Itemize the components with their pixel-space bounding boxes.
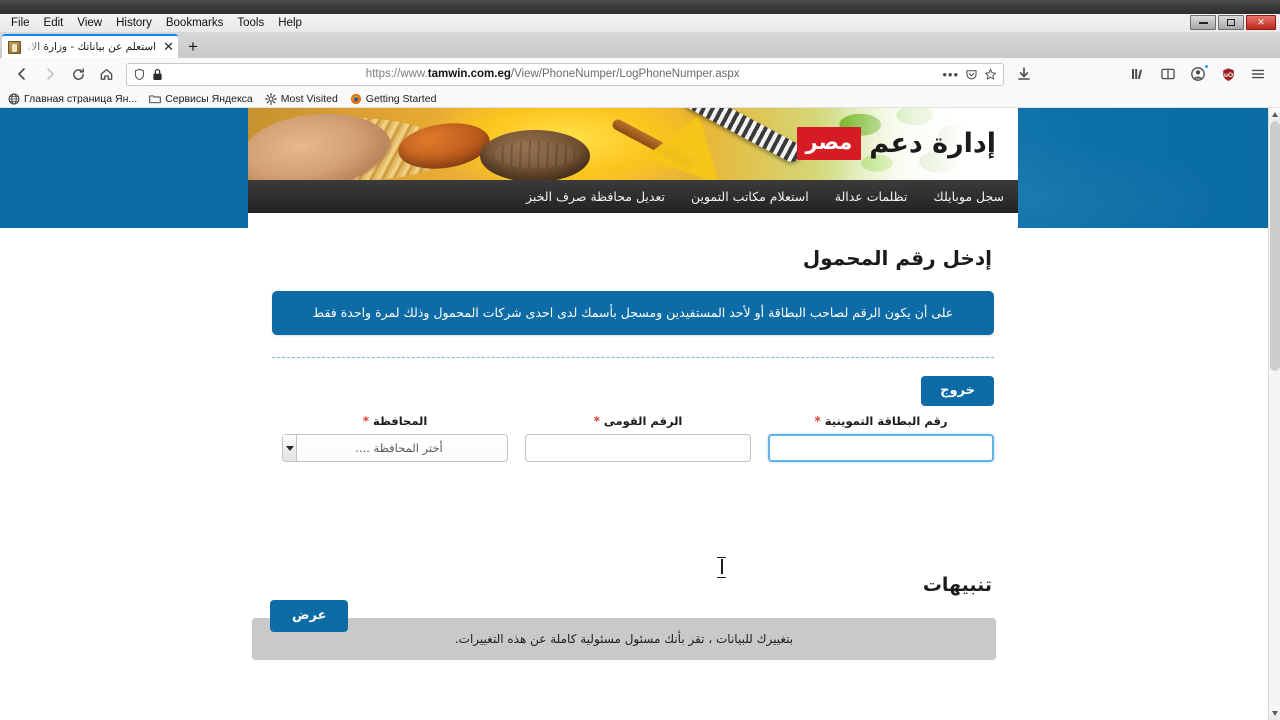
- site-navigation: سجل موبايلك تظلمات عدالة استعلام مكاتب ا…: [248, 180, 1018, 213]
- browser-tab[interactable]: استعلم عن بياناتك - وزارة الانتاج الح ✕: [2, 34, 178, 58]
- scroll-up-button[interactable]: [1269, 108, 1280, 121]
- minimize-button[interactable]: [1190, 15, 1216, 30]
- governorate-select-value: أختر المحافظة ....: [355, 441, 443, 456]
- page-actions-icon[interactable]: •••: [942, 67, 959, 82]
- browser-menubar: File Edit View History Bookmarks Tools H…: [0, 14, 1280, 33]
- page-title: إدخل رقم المحمول: [802, 246, 992, 270]
- required-marker: *: [814, 414, 821, 429]
- site-logo[interactable]: إدارة دعم مصر: [796, 120, 996, 166]
- tab-title: استعلم عن بياناتك - وزارة الانتاج الح: [26, 41, 157, 53]
- firefox-icon: [350, 93, 362, 105]
- chevron-down-icon[interactable]: [283, 435, 297, 462]
- ration-card-number-input[interactable]: [768, 434, 994, 463]
- menu-bookmarks[interactable]: Bookmarks: [159, 15, 231, 32]
- bookmark-label: Most Visited: [280, 92, 338, 105]
- alerts-heading: تنبيهات: [922, 574, 992, 597]
- menu-history[interactable]: History: [109, 15, 159, 32]
- close-button[interactable]: ✕: [1246, 15, 1276, 30]
- label-ration-card-number: رقم البطاقة التموينية *: [814, 414, 948, 429]
- download-icon[interactable]: [1010, 60, 1038, 88]
- section-divider: [272, 357, 994, 359]
- address-bar[interactable]: https://www.tamwin.com.eg/View/PhoneNump…: [126, 62, 1004, 86]
- alert-message: بتغييرك للبيانات ، تقر بأنك مسئول مسئولي…: [252, 618, 996, 661]
- menu-file[interactable]: File: [4, 15, 37, 32]
- menu-help[interactable]: Help: [271, 15, 309, 32]
- nav-item-bread-governorate[interactable]: تعديل محافظة صرف الخبز: [526, 180, 665, 213]
- bookmark-most-visited[interactable]: Most Visited: [264, 92, 338, 105]
- required-marker: *: [362, 414, 369, 429]
- page-scrollbar[interactable]: [1268, 108, 1280, 720]
- account-icon[interactable]: [1184, 60, 1212, 88]
- page-body: إدخل رقم المحمول على أن يكون الرقم لصاحب…: [248, 213, 1018, 693]
- bookmark-label: Getting Started: [365, 92, 437, 105]
- text-cursor: [717, 557, 726, 578]
- tab-strip: استعلم عن بياناتك - وزارة الانتاج الح ✕ …: [0, 33, 1280, 58]
- field-ration-card-number: رقم البطاقة التموينية *: [768, 414, 994, 463]
- back-icon[interactable]: [8, 60, 36, 88]
- home-icon[interactable]: [92, 60, 120, 88]
- tab-favicon: [8, 40, 21, 54]
- bookmark-label: Сервисы Яндекса: [165, 92, 253, 105]
- toolbar-right-group: uO: [1124, 60, 1272, 88]
- forward-icon[interactable]: [36, 60, 64, 88]
- window-controls: ✕: [1190, 15, 1276, 30]
- scroll-down-button[interactable]: [1269, 707, 1280, 720]
- national-id-input[interactable]: [525, 434, 751, 463]
- bookmark-yandex-services[interactable]: Сервисы Яндекса: [149, 93, 253, 105]
- ublock-icon[interactable]: uO: [1214, 60, 1242, 88]
- label-governorate: المحافظة *: [362, 414, 428, 429]
- exit-button[interactable]: خروج: [921, 376, 994, 407]
- required-marker: *: [593, 414, 600, 429]
- window-titlebar: [0, 0, 1280, 14]
- show-button[interactable]: عرض: [270, 600, 349, 632]
- governorate-select[interactable]: أختر المحافظة ....: [282, 434, 508, 463]
- browser-toolbar: https://www.tamwin.com.eg/View/PhoneNump…: [0, 58, 1280, 90]
- browser-window: ✕ File Edit View History Bookmarks Tools…: [0, 0, 1280, 720]
- bookmark-yandex-home[interactable]: Главная страница Ян...: [8, 93, 137, 105]
- nav-item-supply-offices[interactable]: استعلام مكاتب التموين: [691, 180, 809, 213]
- form-row: رقم البطاقة التموينية * الرقم القومى * ا…: [272, 414, 994, 463]
- sidebar-icon[interactable]: [1154, 60, 1182, 88]
- reload-icon[interactable]: [64, 60, 92, 88]
- bookmarks-bar: Главная страница Ян... Сервисы Яндекса M…: [0, 90, 1280, 108]
- library-icon[interactable]: [1124, 60, 1152, 88]
- page-viewport: إدارة دعم مصر سجل موبايلك تظلمات عدالة ا…: [0, 108, 1280, 720]
- menu-view[interactable]: View: [70, 15, 109, 32]
- field-governorate: المحافظة * أختر المحافظة ....: [282, 414, 508, 463]
- new-tab-button[interactable]: +: [183, 37, 203, 57]
- bookmark-star-icon[interactable]: [984, 68, 997, 81]
- lock-icon: [152, 68, 163, 81]
- svg-text:uO: uO: [1223, 71, 1232, 78]
- folder-icon: [149, 93, 161, 105]
- scrollbar-thumb[interactable]: [1270, 121, 1280, 371]
- shield-icon[interactable]: [133, 68, 146, 81]
- bookmark-label: Главная страница Ян...: [24, 92, 138, 105]
- menu-tools[interactable]: Tools: [230, 15, 271, 32]
- page-content-column: إدارة دعم مصر سجل موبايلك تظلمات عدالة ا…: [248, 108, 1018, 720]
- url-text: https://www.tamwin.com.eg/View/PhoneNump…: [365, 68, 740, 80]
- gear-icon: [264, 92, 277, 105]
- site-masthead-image: إدارة دعم مصر: [248, 108, 1018, 180]
- field-national-id: الرقم القومى *: [525, 414, 751, 463]
- globe-icon: [8, 93, 20, 105]
- bookmark-getting-started[interactable]: Getting Started: [350, 92, 437, 105]
- info-banner: على أن يكون الرقم لصاحب البطاقة أو لأحد …: [272, 291, 994, 336]
- restore-button[interactable]: [1218, 15, 1244, 30]
- site-logo-badge: مصر: [796, 126, 862, 160]
- close-icon[interactable]: ✕: [161, 40, 174, 53]
- menu-icon[interactable]: [1244, 60, 1272, 88]
- nav-item-complaints[interactable]: تظلمات عدالة: [835, 180, 908, 213]
- menu-edit[interactable]: Edit: [37, 15, 71, 32]
- label-national-id: الرقم القومى *: [593, 414, 683, 429]
- pocket-icon[interactable]: [965, 68, 978, 81]
- site-logo-text: إدارة دعم: [869, 127, 996, 159]
- nav-item-register-mobile[interactable]: سجل موبايلك: [933, 180, 1004, 213]
